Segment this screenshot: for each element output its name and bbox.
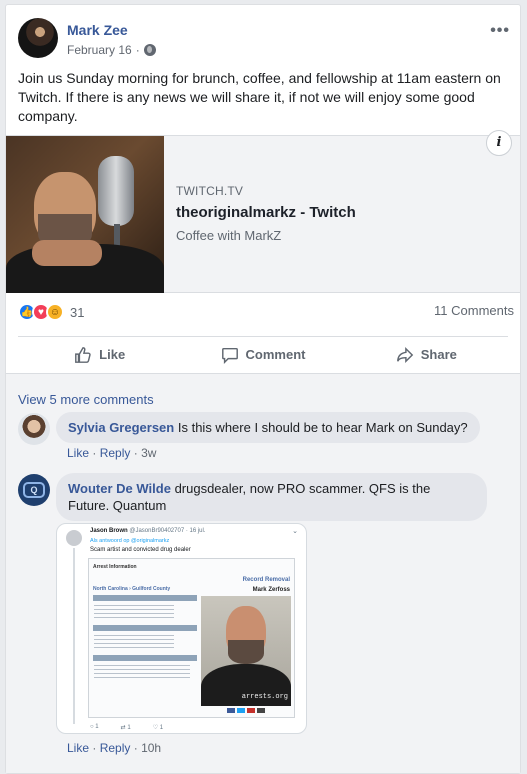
mugshot-image: arrests.org [201,596,291,706]
comment-actions: Like · Reply · 3w [67,446,157,460]
comment-reply-button[interactable]: Reply [100,741,131,755]
tweet-avatar [66,530,82,546]
record-person: Mark Zerfoss [252,587,290,593]
link-title[interactable]: theoriginalmarkz - Twitch [176,204,356,221]
commenter-name[interactable]: Wouter De Wilde [68,481,171,496]
tweet-footer: ○ 1 ⇄ 1 ♡ 1 [90,724,163,731]
tweet-author: Jason Brown @JasonBr90402707 · 16 jul. [90,528,206,534]
comment-actions: Like · Reply · 10h [67,741,162,755]
thumbs-up-icon [75,346,91,363]
post-date[interactable]: February 16 [67,43,132,57]
avatar-logo: Q [23,482,45,498]
arrest-record: Arrest Information Record Removal Mark Z… [88,558,295,718]
like-label: Like [99,347,126,362]
comment-like-button[interactable]: Like [67,741,89,755]
record-state: North Carolina › Guilford County [93,586,171,592]
link-thumbnail [6,136,164,293]
reply-count: ○ 1 [90,724,99,730]
author-name[interactable]: Mark Zee [67,22,128,38]
link-info: TWITCH.TV theoriginalmarkz - Twitch Coff… [176,184,356,243]
share-label: Share [420,347,457,362]
comment-count[interactable]: 11 Comments [434,303,514,318]
link-preview[interactable]: i TWITCH.TV theoriginalmarkz - Twitch Co… [6,130,520,293]
view-more-comments-link[interactable]: View 5 more comments [18,392,154,407]
author-avatar[interactable] [18,18,58,58]
record-removal: Record Removal [242,577,290,583]
share-icon [396,346,413,363]
tweet-text: Scam artist and convicted drug dealer [90,547,191,553]
post-actions: Like Comment Share [18,336,508,372]
comments-section: View 5 more comments Sylvia Gregersen Is… [6,373,520,773]
link-domain: TWITCH.TV [176,184,244,198]
info-icon[interactable]: i [486,130,512,156]
tweet-reply-to: Als antwoord op @originalmarkz [90,538,170,544]
comment-time[interactable]: 3w [141,446,156,460]
record-share-icons [227,708,265,713]
haha-icon: ☺ [46,303,64,321]
comment-image-tweet-screenshot[interactable]: Jason Brown @JasonBr90402707 · 16 jul. ⌄… [56,523,307,734]
record-watermark: arrests.org [241,693,288,701]
chevron-down-icon: ⌄ [292,528,298,535]
tweet-like-count: ♡ 1 [152,725,164,731]
tweet-handle: @JasonBr90402707 · 16 jul. [129,528,206,534]
retweet-count: ⇄ 1 [120,725,131,731]
post-text: Join us Sunday morning for brunch, coffe… [18,70,501,124]
reaction-summary[interactable]: 👍 ♥ ☺ 31 [18,303,84,321]
post-header: Mark Zee February 16 · ••• [18,18,510,62]
link-description: Coffee with MarkZ [176,228,282,243]
commenter-avatar[interactable]: Q [18,474,50,506]
commenter-name[interactable]: Sylvia Gregersen [68,420,174,435]
comment-time[interactable]: 10h [141,741,161,755]
comment-button[interactable]: Comment [181,337,344,372]
comment-bubble: Sylvia Gregersen Is this where I should … [56,412,480,443]
commenter-avatar[interactable] [18,413,50,445]
comment-icon [221,347,238,364]
record-heading: Arrest Information [93,564,137,570]
post-meta: February 16 · [67,43,156,57]
globe-icon [143,44,156,56]
post-card: Mark Zee February 16 · ••• Join us Sunda… [5,4,521,774]
share-button[interactable]: Share [345,337,508,372]
reaction-count: 31 [70,304,85,320]
like-button[interactable]: Like [18,337,181,372]
comment-label: Comment [245,347,306,362]
comment-text: Is this where I should be to hear Mark o… [177,420,468,435]
comment-bubble: Wouter De Wilde drugsdealer, now PRO sca… [56,473,487,521]
reactions-bar: 👍 ♥ ☺ 31 11 Comments [18,303,514,323]
comment-reply-button[interactable]: Reply [100,446,131,460]
comment-like-button[interactable]: Like [67,446,89,460]
more-options-icon[interactable]: ••• [490,22,510,40]
